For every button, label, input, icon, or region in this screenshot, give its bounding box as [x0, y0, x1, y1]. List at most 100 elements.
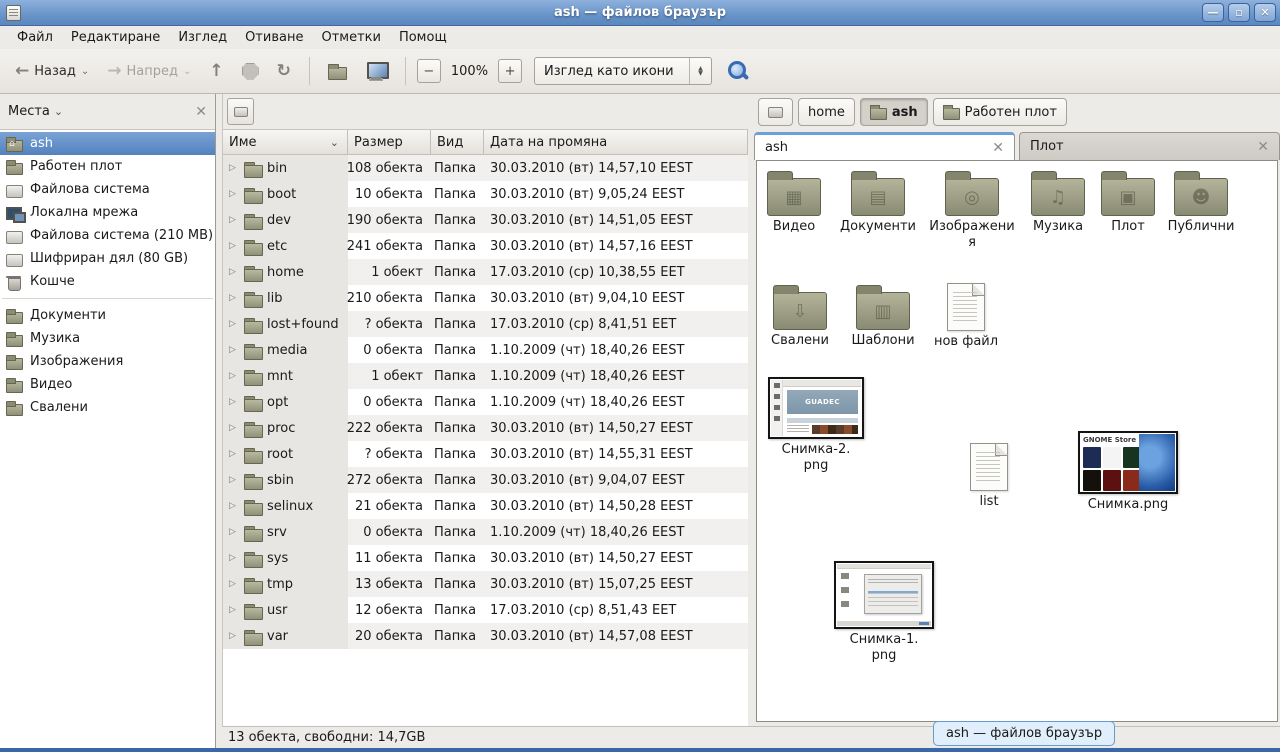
tree-row[interactable]: ▷media0 обектаПапка1.10.2009 (чт) 18,40,…	[223, 337, 748, 363]
expander-icon[interactable]: ▷	[229, 345, 238, 355]
icon-item-desktop[interactable]: ▣Плот	[1097, 169, 1159, 235]
home-button[interactable]	[321, 58, 354, 85]
icon-item-downloads[interactable]: ⇩Свалени	[761, 283, 839, 349]
tree-row[interactable]: ▷proc222 обектаПапка30.03.2010 (вт) 14,5…	[223, 415, 748, 441]
sidebar-close-icon[interactable]: ✕	[195, 104, 207, 120]
expander-icon[interactable]: ▷	[229, 293, 238, 303]
column-header-size[interactable]: Размер	[348, 130, 431, 155]
tree-row[interactable]: ▷boot10 обектаПапка30.03.2010 (вт) 9,05,…	[223, 181, 748, 207]
expander-icon[interactable]: ▷	[229, 319, 238, 329]
expander-icon[interactable]: ▷	[229, 189, 238, 199]
tree-row[interactable]: ▷home1 обектПапка17.03.2010 (ср) 10,38,5…	[223, 259, 748, 285]
sidebar-item-filesystem[interactable]: Файлова система	[0, 178, 215, 201]
expander-icon[interactable]: ▷	[229, 423, 238, 433]
expander-icon[interactable]: ▷	[229, 605, 238, 615]
tree-row[interactable]: ▷var20 обектаПапка30.03.2010 (вт) 14,57,…	[223, 623, 748, 649]
sidebar-item-downloads[interactable]: Свалени	[0, 396, 215, 419]
expander-icon[interactable]: ▷	[229, 475, 238, 485]
sidebar-item-trash[interactable]: Кошче	[0, 270, 215, 293]
expander-icon[interactable]: ▷	[229, 241, 238, 251]
zoom-out-button[interactable]: −	[417, 59, 441, 83]
tree-row[interactable]: ▷etc241 обектаПапка30.03.2010 (вт) 14,57…	[223, 233, 748, 259]
tab-close-icon[interactable]: ✕	[992, 140, 1004, 156]
tree-row[interactable]: ▷selinux21 обектаПапка30.03.2010 (вт) 14…	[223, 493, 748, 519]
sidebar-title[interactable]: Места	[8, 104, 54, 119]
tree-row[interactable]: ▷sys11 обектаПапка30.03.2010 (вт) 14,50,…	[223, 545, 748, 571]
breadcrumb-home[interactable]: home	[798, 98, 855, 126]
expander-icon[interactable]: ▷	[229, 267, 238, 277]
icon-item-images[interactable]: ◎Изображения	[929, 169, 1015, 250]
breadcrumb-root-drive[interactable]	[758, 98, 793, 126]
menu-file[interactable]: Файл	[8, 28, 62, 47]
icon-item-list[interactable]: list	[951, 443, 1027, 510]
expander-icon[interactable]: ▷	[229, 371, 238, 381]
icon-item-snimka[interactable]: GNOME StoreСнимка.png	[1075, 431, 1181, 513]
reload-button[interactable]: ↻	[270, 58, 298, 85]
back-button[interactable]: ← Назад ⌄	[8, 58, 96, 85]
expander-icon[interactable]: ▷	[229, 215, 238, 225]
expander-icon[interactable]: ▷	[229, 579, 238, 589]
close-button[interactable]: ✕	[1254, 3, 1276, 22]
expander-icon[interactable]: ▷	[229, 527, 238, 537]
titlebar[interactable]: ash — файлов браузър — ▫ ✕	[0, 0, 1280, 26]
menu-go[interactable]: Отиване	[236, 28, 312, 47]
expander-icon[interactable]: ▷	[229, 449, 238, 459]
minimize-button[interactable]: —	[1202, 3, 1224, 22]
sidebar-item-music[interactable]: Музика	[0, 327, 215, 350]
icon-item-music[interactable]: ♫Музика	[1021, 169, 1095, 235]
sidebar-item-video[interactable]: Видео	[0, 373, 215, 396]
tree-row[interactable]: ▷opt0 обектаПапка1.10.2009 (чт) 18,40,26…	[223, 389, 748, 415]
tree-row[interactable]: ▷lost+found? обектаПапка17.03.2010 (ср) …	[223, 311, 748, 337]
tree-row[interactable]: ▷mnt1 обектПапка1.10.2009 (чт) 18,40,26 …	[223, 363, 748, 389]
tree-row[interactable]: ▷root? обектаПапка30.03.2010 (вт) 14,55,…	[223, 441, 748, 467]
tree-row[interactable]: ▷sbin272 обектаПапка30.03.2010 (вт) 9,04…	[223, 467, 748, 493]
sidebar-item-documents[interactable]: Документи	[0, 304, 215, 327]
column-header-name[interactable]: Име⌄	[223, 130, 348, 155]
tree-row[interactable]: ▷srv0 обектаПапка1.10.2009 (чт) 18,40,26…	[223, 519, 748, 545]
menu-help[interactable]: Помощ	[390, 28, 456, 47]
up-button[interactable]: ↑	[202, 58, 230, 85]
zoom-in-button[interactable]: +	[498, 59, 522, 83]
breadcrumb-ash[interactable]: ash	[860, 98, 928, 126]
computer-button[interactable]	[358, 57, 394, 85]
tab-close-icon[interactable]: ✕	[1257, 139, 1269, 155]
maximize-button[interactable]: ▫	[1228, 3, 1250, 22]
menu-edit[interactable]: Редактиране	[62, 28, 169, 47]
tree-row[interactable]: ▷tmp13 обектаПапка30.03.2010 (вт) 15,07,…	[223, 571, 748, 597]
search-button[interactable]	[726, 59, 750, 83]
expander-icon[interactable]: ▷	[229, 397, 238, 407]
icon-item-templates[interactable]: ▥Шаблони	[845, 283, 921, 349]
column-header-type[interactable]: Вид	[431, 130, 484, 155]
icon-item-public[interactable]: ☻Публични	[1161, 169, 1241, 235]
icon-item-snimka1[interactable]: Снимка-1.png	[831, 561, 937, 663]
stop-button[interactable]	[235, 58, 266, 85]
expander-icon[interactable]: ▷	[229, 631, 238, 641]
sidebar-item-local-network[interactable]: Локална мрежа	[0, 201, 215, 224]
tree-row[interactable]: ▷usr12 обектаПапка17.03.2010 (ср) 8,51,4…	[223, 597, 748, 623]
sidebar-item-ash[interactable]: ⌂ash	[0, 132, 215, 155]
tab-desktop[interactable]: Плот✕	[1019, 132, 1280, 160]
sidebar-item-desktop[interactable]: Работен плот	[0, 155, 215, 178]
column-header-date[interactable]: Дата на промяна	[484, 130, 748, 155]
tree-row[interactable]: ▷bin108 обектаПапка30.03.2010 (вт) 14,57…	[223, 155, 748, 181]
root-drive-button[interactable]	[227, 98, 254, 125]
icon-item-snimka2[interactable]: GUADECСнимка-2.png	[765, 377, 867, 473]
icon-item-video[interactable]: ▦Видео	[759, 169, 829, 235]
icon-item-newfile[interactable]: нов файл	[927, 283, 1005, 350]
sidebar-item-filesystem-210mb[interactable]: Файлова система (210 MB)	[0, 224, 215, 247]
menu-bookmarks[interactable]: Отметки	[312, 28, 389, 47]
tab-ash[interactable]: ash✕	[754, 132, 1015, 160]
forward-button[interactable]: → Напред ⌄	[100, 58, 198, 85]
tree-row[interactable]: ▷lib210 обектаПапка30.03.2010 (вт) 9,04,…	[223, 285, 748, 311]
expander-icon[interactable]: ▷	[229, 163, 238, 173]
view-mode-spinner-icon[interactable]: ▲▼	[689, 58, 711, 84]
sidebar-item-images[interactable]: Изображения	[0, 350, 215, 373]
sidebar-item-encrypted-80gb[interactable]: Шифриран дял (80 GB)	[0, 247, 215, 270]
expander-icon[interactable]: ▷	[229, 501, 238, 511]
menu-view[interactable]: Изглед	[169, 28, 236, 47]
tree-row[interactable]: ▷dev190 обектаПапка30.03.2010 (вт) 14,51…	[223, 207, 748, 233]
icon-view[interactable]: ▦Видео▤Документи◎Изображения♫Музика▣Плот…	[756, 160, 1278, 722]
view-mode-select[interactable]: Изглед като икони ▲▼	[534, 57, 712, 85]
sidebar-dropdown-icon[interactable]: ⌄	[54, 105, 195, 118]
taskbar-window-button[interactable]: ash — файлов браузър	[933, 721, 1115, 746]
